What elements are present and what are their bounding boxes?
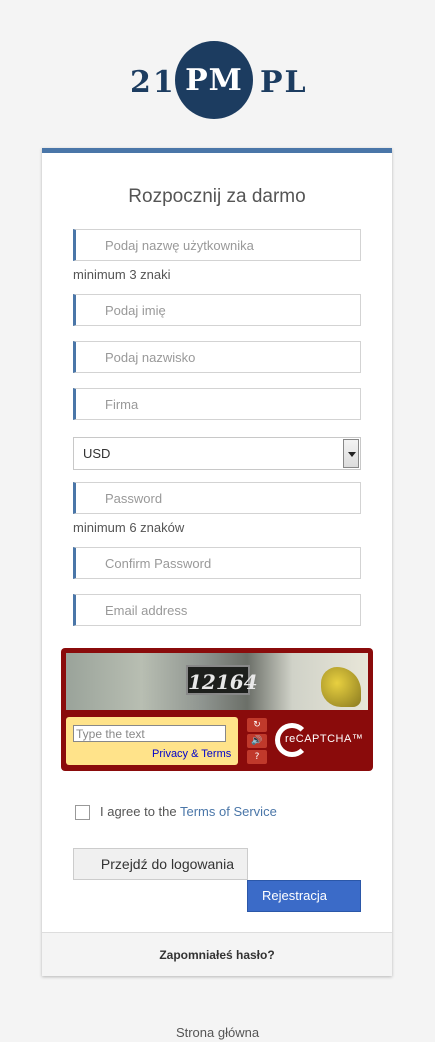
captcha-input-panel: Privacy & Terms (66, 717, 238, 765)
logo-left-text: 21 (130, 65, 176, 100)
forgot-password-link[interactable]: Zapomniałeś hasło? (42, 932, 392, 976)
audio-icon[interactable]: 🔊 (247, 734, 267, 748)
captcha-image: 12164 (66, 653, 368, 710)
logo-center-text: PM (185, 63, 243, 98)
password-field[interactable] (73, 482, 361, 514)
terms-agree-label: I agree to the Terms of Service (100, 804, 277, 819)
captcha-image-decoration (321, 667, 361, 707)
firstname-input[interactable] (76, 295, 360, 325)
terms-of-service-link[interactable]: Terms of Service (180, 804, 277, 819)
form-title: Rozpocznij za darmo (128, 186, 306, 207)
recaptcha-brand-text: reCAPTCHA™ (285, 733, 364, 745)
registration-card: Rozpocznij za darmo minimum 3 znaki USD … (42, 148, 392, 976)
logo-right-text: PL (260, 65, 308, 100)
captcha-privacy-link[interactable]: Privacy & Terms (152, 748, 231, 760)
home-page-link[interactable]: Strona główna (0, 1025, 435, 1040)
firstname-field[interactable] (73, 294, 361, 326)
username-input[interactable] (76, 230, 360, 260)
confirm-password-field[interactable] (73, 547, 361, 579)
email-input[interactable] (76, 595, 360, 625)
logo-circle: PM (175, 41, 253, 119)
captcha-image-text: 12164 (188, 670, 258, 694)
recaptcha-logo: reCAPTCHA™ (275, 721, 365, 761)
company-input[interactable] (76, 389, 360, 419)
currency-select[interactable]: USD (73, 437, 361, 470)
captcha-house-number: 12164 (186, 665, 258, 695)
currency-selected-value: USD (83, 446, 111, 461)
terms-agree-prefix: I agree to the (100, 804, 180, 819)
password-hint: minimum 6 znaków (73, 520, 185, 535)
password-input[interactable] (76, 483, 360, 513)
refresh-icon[interactable]: ↻ (247, 718, 267, 732)
terms-checkbox[interactable] (75, 805, 90, 820)
lastname-input[interactable] (76, 342, 360, 372)
register-button[interactable]: Rejestracja (247, 880, 361, 912)
recaptcha-widget: 12164 Privacy & Terms ↻ 🔊 ? reCAPTCHA™ (61, 648, 373, 771)
company-field[interactable] (73, 388, 361, 420)
logo: 21 PM PL (0, 38, 435, 120)
help-icon[interactable]: ? (247, 750, 267, 764)
go-to-login-button[interactable]: Przejdź do logowania (73, 848, 248, 880)
chevron-down-icon[interactable] (343, 439, 359, 468)
email-field[interactable] (73, 594, 361, 626)
captcha-input[interactable] (73, 725, 226, 742)
username-hint: minimum 3 znaki (73, 267, 171, 282)
username-field[interactable] (73, 229, 361, 261)
confirm-password-input[interactable] (76, 548, 360, 578)
lastname-field[interactable] (73, 341, 361, 373)
